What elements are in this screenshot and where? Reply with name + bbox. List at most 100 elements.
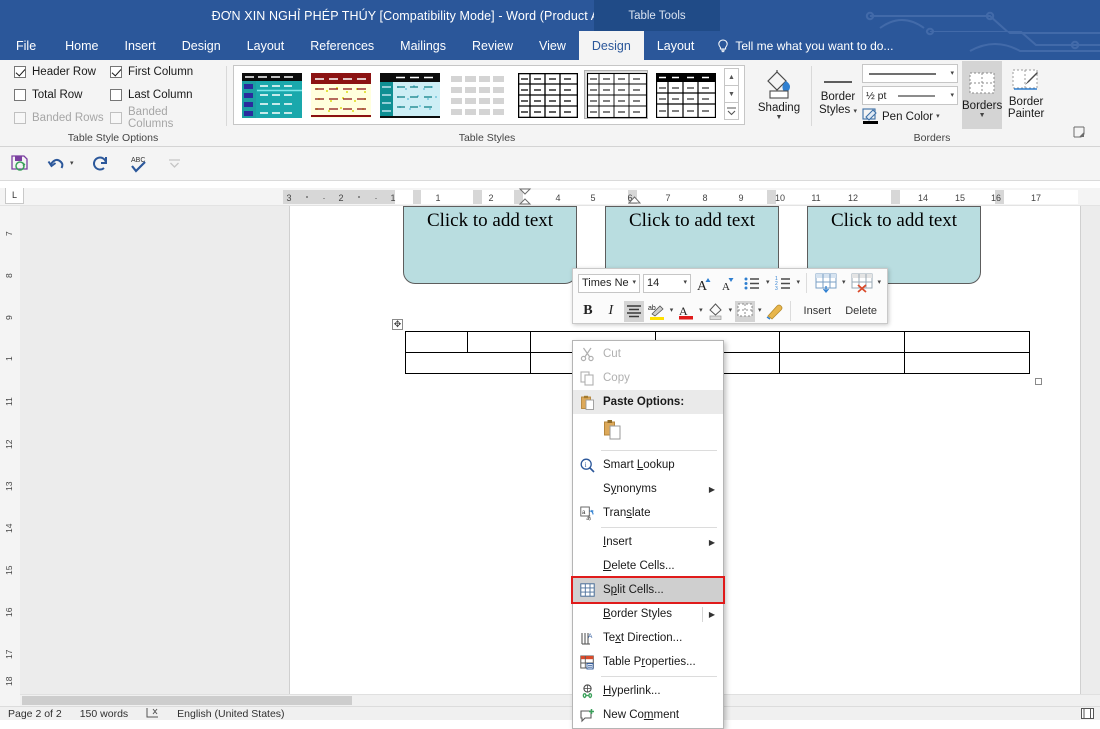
bold-button[interactable]: B: [578, 301, 598, 322]
chevron-down-icon[interactable]: ▾: [842, 279, 846, 286]
tab-layout[interactable]: Layout: [234, 31, 298, 60]
menu-item-new-comment[interactable]: New Comment: [573, 703, 723, 727]
chevron-down-icon[interactable]: ▾: [797, 279, 801, 286]
status-view-controls[interactable]: [1081, 708, 1094, 719]
menu-item-hyperlink[interactable]: Hyperlink...: [573, 679, 723, 703]
menu-item-delete-cells[interactable]: Delete Cells...: [573, 554, 723, 578]
gallery-scroll-up-button[interactable]: ▲: [724, 68, 739, 86]
tab-review[interactable]: Review: [459, 31, 526, 60]
checkbox-header-row[interactable]: Header Row: [14, 60, 110, 83]
chevron-down-icon[interactable]: ▾: [758, 307, 762, 314]
text-highlight-button[interactable]: ab: [647, 301, 667, 322]
shading-button-mini[interactable]: [706, 301, 726, 322]
chevron-down-icon[interactable]: ▾: [632, 279, 636, 286]
borders-dialog-launcher[interactable]: [1073, 126, 1086, 144]
table-cell[interactable]: [404, 331, 469, 353]
left-indent-marker[interactable]: [628, 196, 641, 206]
chevron-down-icon[interactable]: ▾: [729, 307, 733, 314]
undo-icon[interactable]: ▾: [47, 155, 74, 172]
table-cell[interactable]: [904, 331, 1030, 353]
chevron-down-icon[interactable]: ▾: [936, 113, 940, 120]
checkbox-box[interactable]: [110, 88, 122, 101]
table-style-thumb-5[interactable]: [515, 70, 579, 119]
chevron-down-icon[interactable]: ▾: [854, 108, 858, 115]
checkbox-total-row[interactable]: Total Row: [14, 83, 110, 106]
numbering-button[interactable]: 123: [773, 273, 794, 294]
scrollbar-thumb[interactable]: [22, 696, 352, 705]
status-word-count[interactable]: 150 words: [80, 708, 128, 720]
tab-design[interactable]: Design: [169, 31, 234, 60]
table-cell[interactable]: [467, 331, 531, 353]
chevron-down-icon[interactable]: ▾: [950, 70, 954, 77]
shading-button[interactable]: Shading ▼: [753, 61, 805, 129]
delete-table-button[interactable]: [849, 273, 875, 294]
borders-button-mini[interactable]: [735, 300, 755, 322]
horizontal-ruler[interactable]: L 3 · 2 · 1 1 2 4 5 6 7 8 9 10 11 12 14 …: [0, 188, 1100, 206]
borders-button[interactable]: Borders ▼: [962, 60, 1003, 129]
checkbox-box[interactable]: [110, 65, 122, 78]
table-style-thumb-1[interactable]: [239, 70, 303, 119]
chevron-down-icon[interactable]: ▾: [670, 307, 674, 314]
context-menu[interactable]: Cut Copy Paste Options: i Smart Lookup S…: [571, 340, 725, 729]
checkbox-first-column[interactable]: First Column: [110, 60, 212, 83]
indent-marker[interactable]: [518, 188, 532, 206]
font-name-combo[interactable]: Times Ne ▾: [578, 273, 640, 293]
table-style-thumb-3[interactable]: [377, 70, 441, 119]
menu-item-table-properties[interactable]: Table Properties...: [573, 650, 723, 674]
table-move-handle[interactable]: ✥: [392, 319, 403, 330]
tab-references[interactable]: References: [297, 31, 387, 60]
paste-option-buttons[interactable]: [573, 414, 723, 448]
mini-formatting-toolbar[interactable]: Times Ne ▾ 14 ▾ A A ▾ 123 ▾ ▾ ▾ B I ab ▾…: [572, 268, 888, 324]
pen-color-button[interactable]: Pen Color ▾: [862, 108, 958, 125]
table-styles-gallery[interactable]: ▲ ▼: [233, 64, 745, 125]
chevron-down-icon[interactable]: ▾: [878, 279, 882, 286]
format-painter-button[interactable]: [765, 301, 785, 322]
menu-item-text-direction[interactable]: A Text Direction...: [573, 626, 723, 650]
delete-label[interactable]: Delete: [840, 305, 882, 317]
bullets-button[interactable]: [742, 273, 763, 294]
save-icon[interactable]: [10, 154, 29, 173]
border-painter-button[interactable]: Border Painter: [1006, 61, 1046, 129]
customize-qat-icon[interactable]: [168, 158, 181, 169]
font-size-combo[interactable]: 14 ▾: [643, 273, 691, 293]
vertical-ruler[interactable]: 7 8 9 1 11 12 13 14 15 16 17 18: [0, 206, 20, 706]
paste-keep-formatting-icon[interactable]: [603, 419, 622, 443]
textbox-1[interactable]: Click to add text: [403, 206, 577, 284]
tab-view[interactable]: View: [526, 31, 579, 60]
table-resize-handle[interactable]: [1035, 378, 1042, 385]
table-style-thumb-4[interactable]: [446, 70, 510, 119]
chevron-down-icon[interactable]: ▾: [683, 279, 687, 286]
chevron-down-icon[interactable]: ▾: [699, 307, 703, 314]
gallery-more-button[interactable]: [724, 102, 739, 120]
italic-button[interactable]: I: [601, 301, 621, 322]
chevron-down-icon[interactable]: ▼: [979, 112, 986, 119]
chevron-down-icon[interactable]: ▼: [776, 114, 783, 121]
tab-table-layout[interactable]: Layout: [644, 31, 708, 60]
document-canvas[interactable]: Click to add text Click to add text Clic…: [20, 206, 1100, 706]
menu-item-translate[interactable]: a あ Translate: [573, 501, 723, 525]
center-align-button[interactable]: [623, 300, 644, 322]
checkbox-last-column[interactable]: Last Column: [110, 83, 212, 106]
border-styles-button[interactable]: Border Styles ▾: [818, 73, 858, 117]
chevron-down-icon[interactable]: ▾: [766, 279, 770, 286]
shrink-font-button[interactable]: A: [718, 273, 739, 294]
chevron-down-icon[interactable]: ▾: [70, 160, 74, 167]
menu-item-border-styles[interactable]: Border Styles ▶: [573, 602, 723, 626]
tab-insert[interactable]: Insert: [112, 31, 169, 60]
horizontal-scrollbar[interactable]: [20, 694, 1100, 706]
tab-home[interactable]: Home: [52, 31, 111, 60]
checkbox-box[interactable]: [14, 88, 26, 101]
grow-font-button[interactable]: A: [694, 273, 715, 294]
insert-table-button[interactable]: [813, 273, 839, 294]
menu-item-split-cells[interactable]: Split Cells...: [571, 576, 725, 604]
table-cell[interactable]: [779, 331, 906, 353]
menu-item-smart-lookup[interactable]: i Smart Lookup: [573, 453, 723, 477]
tab-file[interactable]: File: [0, 31, 52, 60]
tab-stop-selector[interactable]: L: [5, 188, 24, 204]
tell-me-search[interactable]: Tell me what you want to do...: [717, 31, 893, 60]
line-style-select[interactable]: ▾: [862, 64, 958, 83]
table-cell[interactable]: [405, 352, 531, 374]
table-styles-scroll-arrows[interactable]: ▲ ▼: [724, 68, 739, 120]
menu-item-synonyms[interactable]: Synonyms ▶: [573, 477, 723, 501]
status-page-number[interactable]: Page 2 of 2: [8, 708, 62, 720]
